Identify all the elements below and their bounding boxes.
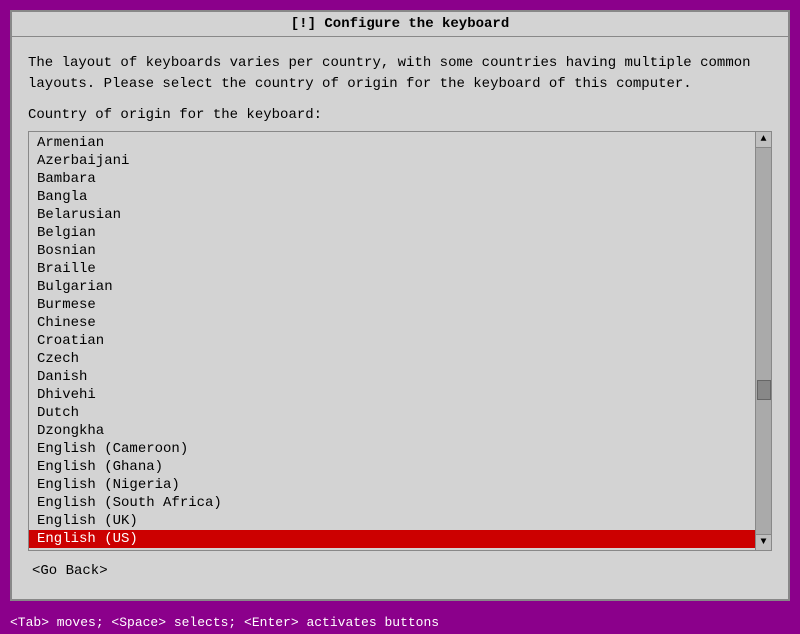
scrollbar: ▲ ▼ <box>755 132 771 550</box>
list-item[interactable]: Armenian <box>29 134 755 152</box>
scroll-up-button[interactable]: ▲ <box>756 132 771 148</box>
list-item[interactable]: English (Cameroon) <box>29 440 755 458</box>
list-item[interactable]: Bambara <box>29 170 755 188</box>
list-item[interactable]: Bangla <box>29 188 755 206</box>
list-item[interactable]: English (Nigeria) <box>29 476 755 494</box>
country-list[interactable]: ArmenianAzerbaijaniBambaraBanglaBelarusi… <box>29 132 755 550</box>
scroll-thumb[interactable] <box>757 380 771 400</box>
list-item[interactable]: Dutch <box>29 404 755 422</box>
list-item[interactable]: Danish <box>29 368 755 386</box>
go-back-button[interactable]: <Go Back> <box>28 561 112 581</box>
list-item[interactable]: Bosnian <box>29 242 755 260</box>
list-container: ArmenianAzerbaijaniBambaraBanglaBelarusi… <box>28 131 772 551</box>
country-label: Country of origin for the keyboard: <box>28 107 772 123</box>
list-item[interactable]: Azerbaijani <box>29 152 755 170</box>
go-back-row: <Go Back> <box>28 551 772 583</box>
list-item[interactable]: Bulgarian <box>29 278 755 296</box>
content-area: The layout of keyboards varies per count… <box>12 37 788 599</box>
scroll-down-button[interactable]: ▼ <box>756 534 771 550</box>
description-line2: layouts. Please select the country of or… <box>28 74 772 95</box>
status-text: <Tab> moves; <Space> selects; <Enter> ac… <box>10 615 439 630</box>
description-text: The layout of keyboards varies per count… <box>28 53 772 95</box>
list-item[interactable]: English (Ghana) <box>29 458 755 476</box>
list-item[interactable]: Chinese <box>29 314 755 332</box>
list-item[interactable]: Burmese <box>29 296 755 314</box>
scroll-track <box>756 148 771 534</box>
window-title: [!] Configure the keyboard <box>291 16 509 32</box>
list-item[interactable]: Braille <box>29 260 755 278</box>
main-window: [!] Configure the keyboard The layout of… <box>10 10 790 601</box>
list-item[interactable]: Belgian <box>29 224 755 242</box>
list-item[interactable]: English (US) <box>29 530 755 548</box>
list-item[interactable]: Czech <box>29 350 755 368</box>
title-bar: [!] Configure the keyboard <box>12 12 788 37</box>
description-line1: The layout of keyboards varies per count… <box>28 53 772 74</box>
list-item[interactable]: Dhivehi <box>29 386 755 404</box>
list-item[interactable]: Croatian <box>29 332 755 350</box>
list-item[interactable]: Belarusian <box>29 206 755 224</box>
status-bar: <Tab> moves; <Space> selects; <Enter> ac… <box>0 611 800 634</box>
list-item[interactable]: English (UK) <box>29 512 755 530</box>
list-item[interactable]: English (South Africa) <box>29 494 755 512</box>
list-item[interactable]: Dzongkha <box>29 422 755 440</box>
